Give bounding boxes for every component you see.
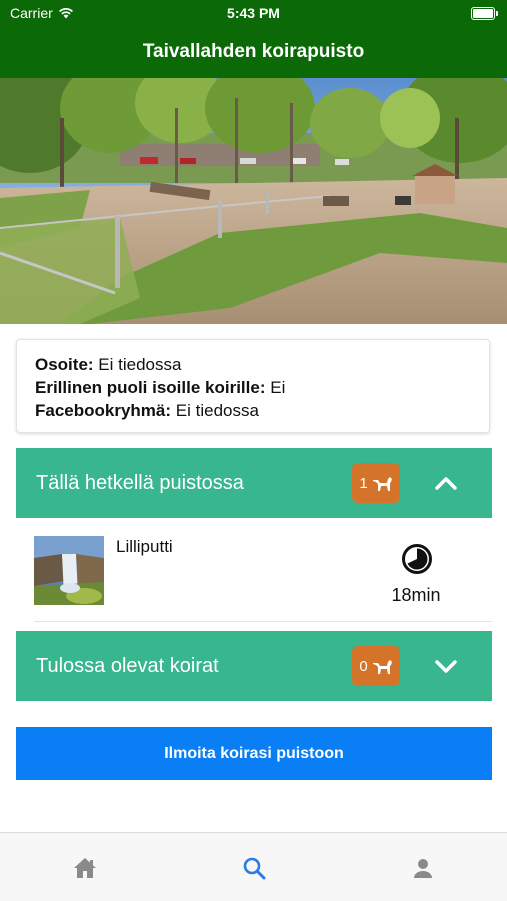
upcoming-accordion-header[interactable]: Tulossa olevat koirat 0 xyxy=(16,631,492,701)
tab-profile[interactable] xyxy=(408,853,438,883)
in-park-count-badge: 1 xyxy=(352,463,400,503)
in-park-accordion-header[interactable]: Tällä hetkellä puistossa 1 xyxy=(16,448,492,518)
facebook-label: Facebookryhmä: xyxy=(35,401,172,420)
in-park-title: Tällä hetkellä puistossa xyxy=(36,471,244,494)
separate-area-label: Erillinen puoli isoille koirille: xyxy=(35,378,266,397)
upcoming-title: Tulossa olevat koirat xyxy=(36,654,219,677)
park-info-card: Osoite: Ei tiedossa Erillinen puoli isoi… xyxy=(16,339,490,433)
chevron-down-icon[interactable] xyxy=(434,655,458,677)
address-label: Osoite: xyxy=(35,355,94,374)
facebook-value: Ei tiedossa xyxy=(175,401,259,420)
facebook-line: Facebookryhmä: Ei tiedossa xyxy=(35,399,489,422)
in-park-count: 1 xyxy=(359,474,368,492)
timer-icon xyxy=(402,544,432,574)
nav-title: Taivallahden koirapuisto xyxy=(0,26,507,78)
dog-list-item[interactable]: Lilliputti 18min xyxy=(16,519,492,622)
tab-bar xyxy=(0,832,507,901)
divider xyxy=(34,621,492,622)
park-photo xyxy=(0,78,507,324)
tab-search[interactable] xyxy=(239,853,269,883)
home-icon xyxy=(74,858,96,878)
dog-name: Lilliputti xyxy=(116,537,173,556)
separate-area-line: Erillinen puoli isoille koirille: Ei xyxy=(35,376,489,399)
person-icon xyxy=(414,859,432,878)
dog-duration: 18min xyxy=(391,585,441,605)
search-icon xyxy=(243,857,266,880)
upcoming-count-badge: 0 xyxy=(352,646,400,686)
dog-avatar xyxy=(34,536,104,605)
clock: 5:43 PM xyxy=(227,5,280,21)
separate-area-value: Ei xyxy=(270,378,286,397)
battery-icon xyxy=(471,7,498,20)
address-value: Ei tiedossa xyxy=(98,355,182,374)
chevron-up-icon[interactable] xyxy=(434,472,458,494)
status-bar: Carrier 5:43 PM xyxy=(0,0,507,26)
check-in-button[interactable]: Ilmoita koirasi puistoon xyxy=(16,727,492,780)
tab-home[interactable] xyxy=(70,853,100,883)
address-line: Osoite: Ei tiedossa xyxy=(35,353,489,376)
upcoming-count: 0 xyxy=(359,657,368,675)
dog-icon xyxy=(372,660,392,674)
dog-icon xyxy=(372,477,392,491)
